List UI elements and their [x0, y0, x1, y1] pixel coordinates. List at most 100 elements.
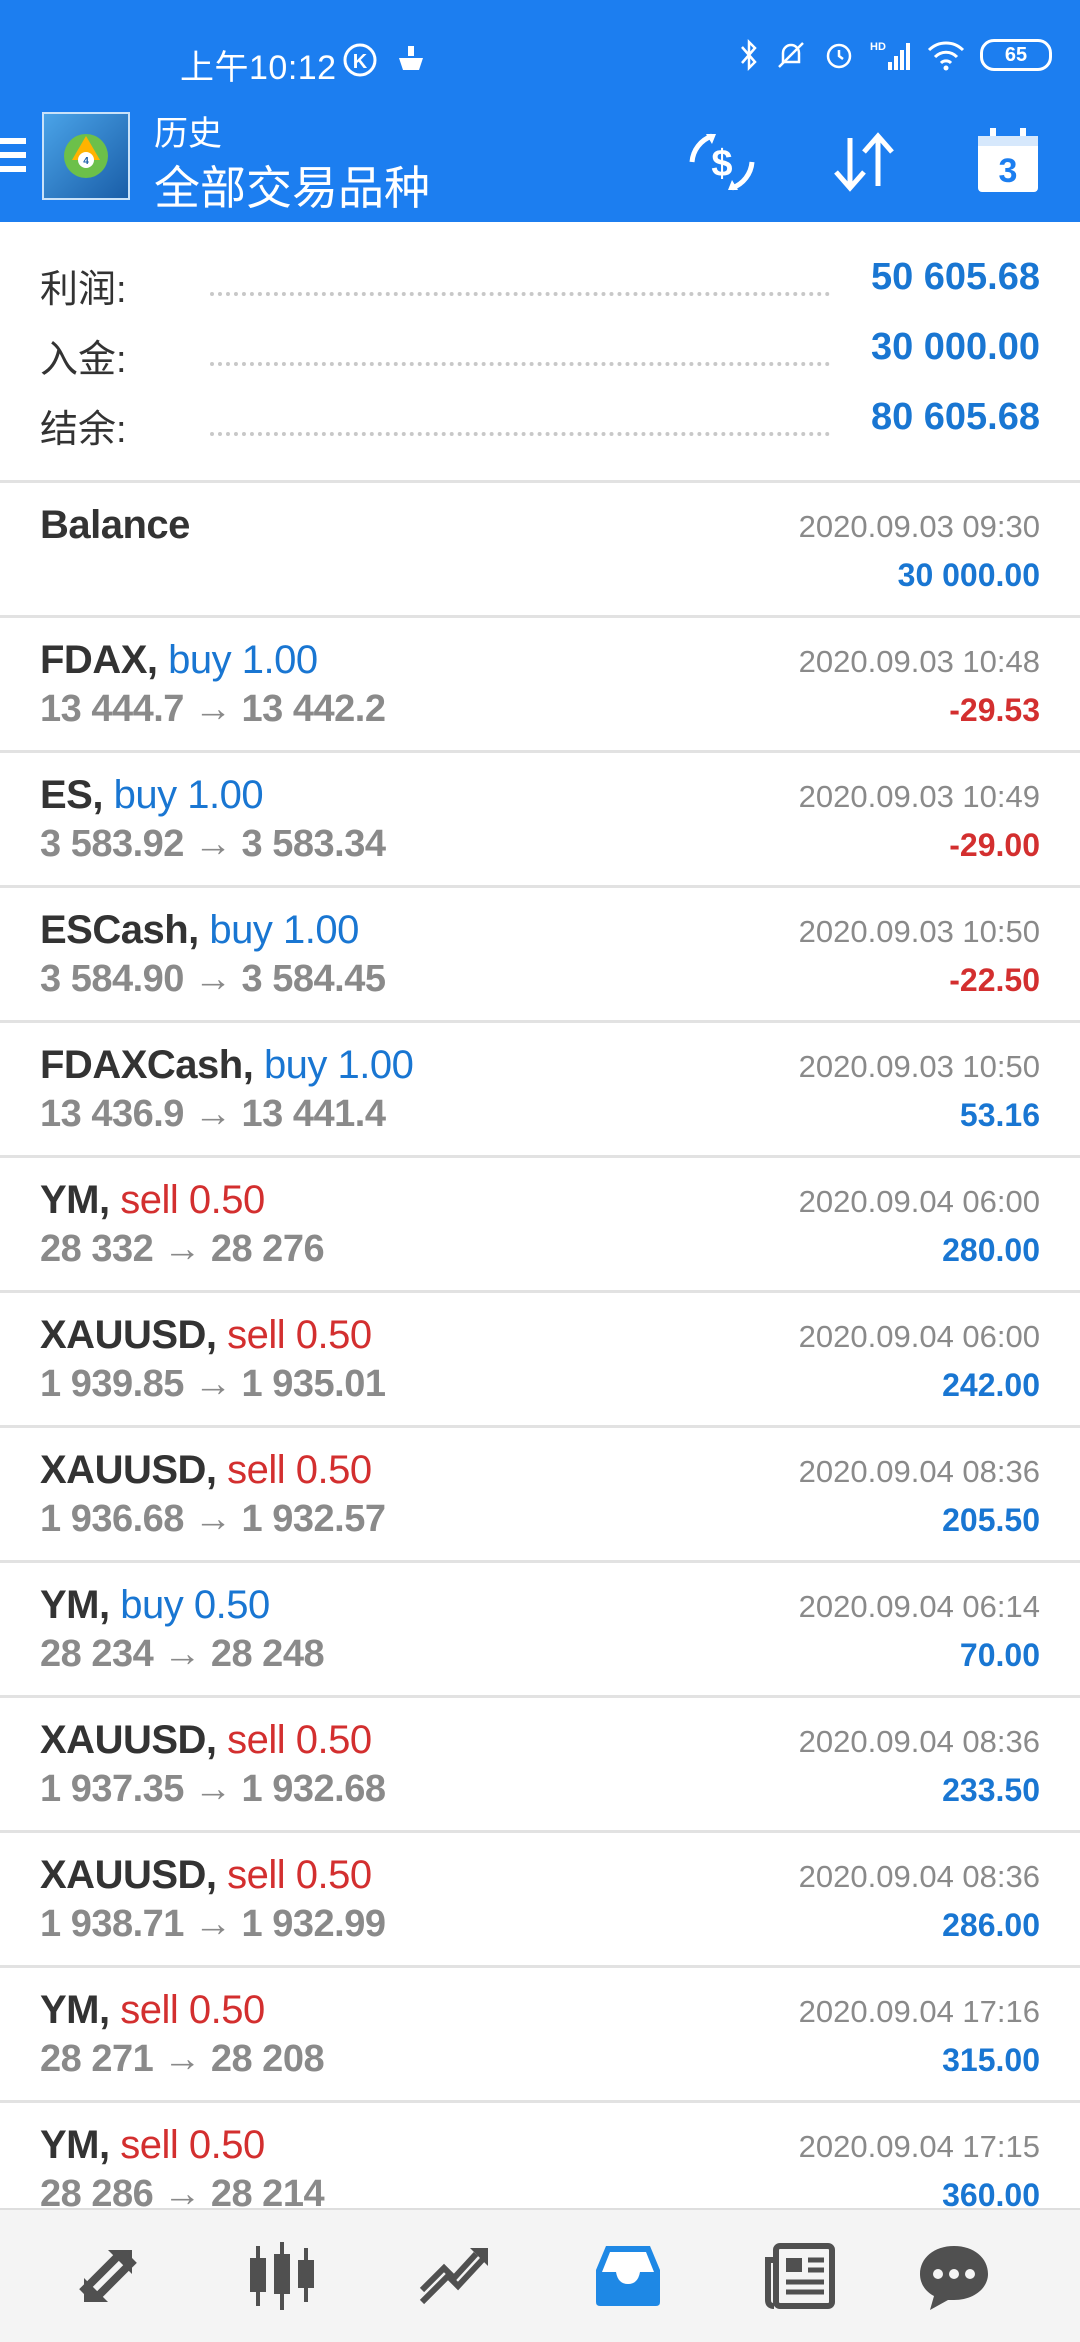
deal-row[interactable]: FDAX, buy 1.00 13 444.7 → 13 442.2 2020.…	[0, 618, 1080, 753]
deal-profit: 233.50	[942, 1772, 1040, 1808]
deal-row[interactable]: YM, sell 0.50 28 332 → 28 276 2020.09.04…	[0, 1158, 1080, 1293]
deal-time: 2020.09.03 10:50	[798, 1049, 1040, 1084]
deal-row[interactable]: YM, buy 0.50 28 234 → 28 248 2020.09.04 …	[0, 1563, 1080, 1698]
bottom-navigation	[0, 2208, 1080, 2342]
deal-symbol: XAUUSD,	[40, 1853, 217, 1897]
price-arrow: →	[163, 1633, 201, 1675]
deal-row[interactable]: YM, sell 0.50 28 271 → 28 208 2020.09.04…	[0, 1968, 1080, 2103]
balance-row[interactable]: Balance 2020.09.03 09:30 30 000.00	[0, 483, 1080, 618]
deal-side: buy 1.00	[263, 1043, 414, 1087]
deal-side: buy 1.00	[113, 773, 264, 817]
deal-symbol: YM,	[40, 2123, 110, 2167]
balance-amount: 30 000.00	[897, 557, 1040, 593]
candlestick-icon	[250, 2242, 314, 2310]
menu-icon[interactable]	[0, 138, 26, 178]
close-price: 28 208	[210, 2038, 325, 2080]
deal-side: buy 0.50	[120, 1583, 270, 1627]
open-price: 13 436.9	[40, 1093, 184, 1135]
deal-time: 2020.09.04 08:36	[798, 1724, 1040, 1759]
history-tab[interactable]	[588, 2236, 668, 2316]
deal-row[interactable]: XAUUSD, sell 0.50 1 939.85 → 1 935.01 20…	[0, 1293, 1080, 1428]
dotted-leader	[210, 362, 830, 366]
app-logo: 4	[42, 112, 130, 200]
deal-row[interactable]: XAUUSD, sell 0.50 1 936.68 → 1 932.57 20…	[0, 1428, 1080, 1563]
open-price: 28 332	[40, 1228, 154, 1270]
status-icons: HD 65	[738, 38, 1052, 72]
dotted-leader	[210, 432, 830, 436]
summary-balance-row: 结余: 80 605.68	[40, 392, 1040, 452]
close-price: 13 442.2	[241, 688, 386, 730]
open-price: 3 584.90	[40, 958, 184, 1000]
wifi-icon	[927, 41, 965, 71]
open-price: 1 939.85	[40, 1363, 184, 1405]
price-arrow: →	[193, 823, 232, 865]
deal-profit: 242.00	[942, 1367, 1040, 1403]
news-tab[interactable]	[760, 2236, 840, 2316]
deal-row[interactable]: XAUUSD, sell 0.50 1 937.35 → 1 932.68 20…	[0, 1698, 1080, 1833]
deal-time: 2020.09.04 06:00	[798, 1184, 1040, 1219]
price-arrow: →	[193, 958, 232, 1000]
deal-profit: 205.50	[942, 1502, 1040, 1538]
deal-symbol: FDAX,	[40, 638, 158, 682]
deal-time: 2020.09.03 10:50	[798, 914, 1040, 949]
deal-time: 2020.09.03 09:30	[798, 509, 1040, 544]
close-price: 1 935.01	[241, 1363, 386, 1405]
svg-text:K: K	[353, 51, 368, 73]
chat-tab[interactable]	[914, 2236, 994, 2316]
arrows-icon	[79, 2250, 137, 2302]
deal-side: sell 0.50	[120, 2123, 265, 2167]
summary-panel: 利润: 50 605.68 入金: 30 000.00 结余: 80 605.6…	[0, 222, 1080, 483]
deal-side: sell 0.50	[120, 1988, 265, 2032]
open-price: 1 938.71	[40, 1903, 184, 1945]
deal-row[interactable]: FDAXCash, buy 1.00 13 436.9 → 13 441.4 2…	[0, 1023, 1080, 1158]
app-bar: 4 历史 全部交易品种 $ 3	[0, 100, 1080, 222]
price-arrow: →	[193, 1363, 232, 1405]
deal-time: 2020.09.04 17:16	[798, 1994, 1040, 2029]
balance-label: Balance	[40, 503, 190, 547]
currency-exchange-button[interactable]: $	[682, 122, 762, 202]
summary-label: 利润:	[40, 269, 127, 311]
deal-time: 2020.09.04 08:36	[798, 1859, 1040, 1894]
deal-symbol: ESCash,	[40, 908, 199, 952]
open-price: 1 936.68	[40, 1498, 184, 1540]
deal-profit: 70.00	[959, 1637, 1040, 1673]
price-arrow: →	[193, 1768, 232, 1810]
deal-symbol: XAUUSD,	[40, 1448, 217, 1492]
price-arrow: →	[163, 1228, 201, 1270]
open-price: 1 937.35	[40, 1768, 184, 1810]
deal-profit: -29.53	[949, 692, 1040, 728]
close-price: 1 932.68	[241, 1768, 386, 1810]
chart-tab[interactable]	[242, 2236, 322, 2316]
deal-side: sell 0.50	[227, 1313, 372, 1357]
summary-value: 80 605.68	[870, 396, 1040, 438]
price-arrow: →	[193, 688, 232, 730]
deal-symbol: XAUUSD,	[40, 1718, 217, 1762]
close-price: 13 441.4	[241, 1093, 386, 1135]
deal-row[interactable]: XAUUSD, sell 0.50 1 938.71 → 1 932.99 20…	[0, 1833, 1080, 1968]
deal-row[interactable]: ESCash, buy 1.00 3 584.90 → 3 584.45 202…	[0, 888, 1080, 1023]
deal-side: sell 0.50	[120, 1178, 265, 1222]
trade-tab[interactable]	[414, 2236, 494, 2316]
price-arrow: →	[193, 1093, 232, 1135]
close-price: 3 584.45	[241, 958, 386, 1000]
sort-arrows-icon	[834, 132, 894, 192]
calendar-button[interactable]: 3	[968, 122, 1048, 202]
deal-time: 2020.09.04 06:14	[798, 1589, 1040, 1624]
deal-symbol: YM,	[40, 1988, 110, 2032]
open-price: 3 583.92	[40, 823, 184, 865]
header-title[interactable]: 全部交易品种	[154, 152, 430, 218]
deal-row[interactable]: ES, buy 1.00 3 583.92 → 3 583.34 2020.09…	[0, 753, 1080, 888]
close-price: 28 276	[210, 1228, 325, 1270]
deal-row[interactable]: YM, sell 0.50 28 286 → 28 214 2020.09.04…	[0, 2103, 1080, 2208]
deal-side: sell 0.50	[227, 1448, 372, 1492]
close-price: 3 583.34	[241, 823, 386, 865]
price-arrow: →	[193, 1903, 232, 1945]
sort-button[interactable]	[824, 122, 904, 202]
deal-profit: -29.00	[949, 827, 1040, 863]
open-price: 28 286	[40, 2173, 154, 2208]
quotes-tab[interactable]	[68, 2236, 148, 2316]
deal-history-list[interactable]: Balance 2020.09.03 09:30 30 000.00 FDAX,…	[0, 483, 1080, 2208]
summary-value: 50 605.68	[870, 256, 1040, 298]
deal-profit: 286.00	[942, 1907, 1040, 1943]
deal-time: 2020.09.04 06:00	[798, 1319, 1040, 1354]
